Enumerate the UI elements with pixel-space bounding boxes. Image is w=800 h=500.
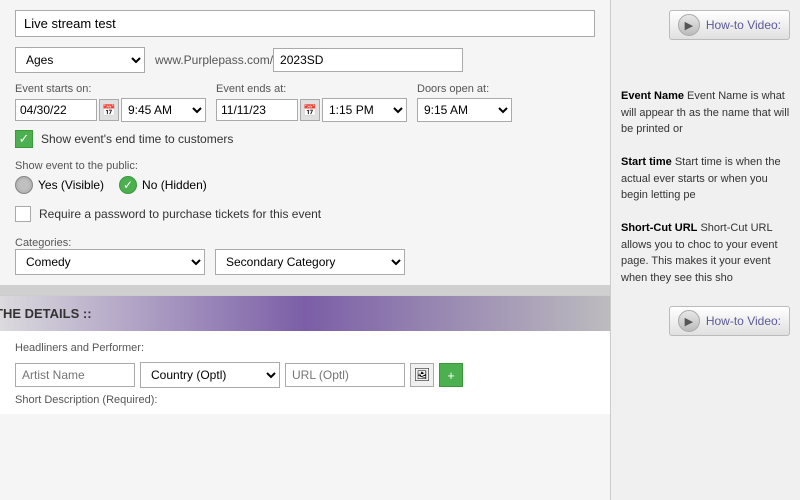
doors-date-time: 9:15 AM — [417, 98, 512, 122]
add-performer-button[interactable]: + — [439, 363, 463, 387]
play-icon-2: ▶ — [678, 310, 700, 332]
how-to-video-label-2: How-to Video: — [706, 314, 781, 328]
doors-label: Doors open at: — [417, 83, 512, 95]
image-icon-button[interactable]: 🖼 — [410, 363, 434, 387]
ends-calendar-icon[interactable]: 📅 — [300, 99, 320, 121]
section-divider — [0, 285, 610, 295]
starts-calendar-icon[interactable]: 📅 — [99, 99, 119, 121]
details-section: THE DETAILS :: Headliners and Performer:… — [0, 295, 610, 414]
url-row: Ages www.Purplepass.com/ — [15, 47, 595, 73]
details-header-text: THE DETAILS :: — [0, 306, 92, 321]
visibility-block: Show event to the public: Yes (Visible) … — [15, 160, 595, 194]
details-header-bar: THE DETAILS :: — [0, 296, 610, 331]
categories-section: Categories: Comedy Secondary Category — [15, 234, 595, 275]
how-to-video-button-2[interactable]: ▶ How-to Video: — [669, 306, 790, 336]
yes-radio-button[interactable] — [15, 176, 33, 194]
right-panel-content: Event Name Event Name is what will appea… — [621, 88, 790, 286]
no-hidden-label: No (Hidden) — [142, 178, 207, 192]
how-to-video-container: ▶ How-to Video: — [621, 10, 790, 48]
event-ends-group: Event ends at: 📅 1:15 PM — [216, 83, 407, 122]
show-end-time-label: Show event's end time to customers — [41, 132, 233, 146]
country-select[interactable]: Country (Optl) — [140, 362, 280, 388]
short-desc-label: Short Description (Required): — [15, 394, 595, 406]
how-to-video-container-2: ▶ How-to Video: — [621, 306, 790, 344]
primary-category-select[interactable]: Comedy — [15, 249, 205, 275]
password-label: Require a password to purchase tickets f… — [39, 207, 321, 221]
visibility-label: Show event to the public: — [15, 160, 595, 172]
dates-row: Event starts on: 📅 9:45 AM Event ends at… — [15, 83, 595, 122]
yes-visible-label: Yes (Visible) — [38, 178, 104, 192]
visibility-options-row: Yes (Visible) No (Hidden) — [15, 176, 595, 194]
main-container: Ages www.Purplepass.com/ Event starts on… — [0, 0, 800, 500]
performer-inputs-row: Country (Optl) 🖼 + — [15, 362, 595, 388]
right-bottom: ▶ How-to Video: — [621, 306, 790, 344]
performer-label-text: Headliners and Performer: — [15, 342, 144, 354]
starts-date-time: 📅 9:45 AM — [15, 98, 206, 122]
doors-time-select[interactable]: 9:15 AM — [417, 98, 512, 122]
event-name-input[interactable] — [15, 10, 595, 37]
url-input[interactable] — [273, 48, 463, 72]
url-prefix-label: www.Purplepass.com/ — [155, 53, 273, 67]
starts-date-input[interactable] — [15, 99, 97, 121]
no-radio-button[interactable] — [119, 176, 137, 194]
show-end-time-row: ✓ Show event's end time to customers — [15, 130, 595, 148]
password-row: Require a password to purchase tickets f… — [15, 206, 595, 222]
ends-label: Event ends at: — [216, 83, 407, 95]
categories-row: Comedy Secondary Category — [15, 249, 595, 275]
left-panel: Ages www.Purplepass.com/ Event starts on… — [0, 0, 610, 500]
performer-label: Headliners and Performer: — [15, 339, 595, 354]
password-checkbox[interactable] — [15, 206, 31, 222]
event-starts-group: Event starts on: 📅 9:45 AM — [15, 83, 206, 122]
artist-name-input[interactable] — [15, 363, 135, 387]
right-panel: ▶ How-to Video: Event Name Event Name is… — [610, 0, 800, 500]
doors-open-group: Doors open at: 9:15 AM — [417, 83, 512, 122]
starts-label: Event starts on: — [15, 83, 206, 95]
details-content: Headliners and Performer: Country (Optl)… — [0, 331, 610, 414]
how-to-video-label: How-to Video: — [706, 18, 781, 32]
ages-select[interactable]: Ages — [15, 47, 145, 73]
starts-time-select[interactable]: 9:45 AM — [121, 98, 206, 122]
ends-date-time: 📅 1:15 PM — [216, 98, 407, 122]
categories-label: Categories: — [15, 237, 71, 249]
ends-date-input[interactable] — [216, 99, 298, 121]
how-to-video-button[interactable]: ▶ How-to Video: — [669, 10, 790, 40]
no-hidden-option[interactable]: No (Hidden) — [119, 176, 207, 194]
url-opt-input[interactable] — [285, 363, 405, 387]
play-icon: ▶ — [678, 14, 700, 36]
ends-time-select[interactable]: 1:15 PM — [322, 98, 407, 122]
secondary-category-select[interactable]: Secondary Category — [215, 249, 405, 275]
show-end-time-checkbox[interactable]: ✓ — [15, 130, 33, 148]
yes-visible-option[interactable]: Yes (Visible) — [15, 176, 104, 194]
